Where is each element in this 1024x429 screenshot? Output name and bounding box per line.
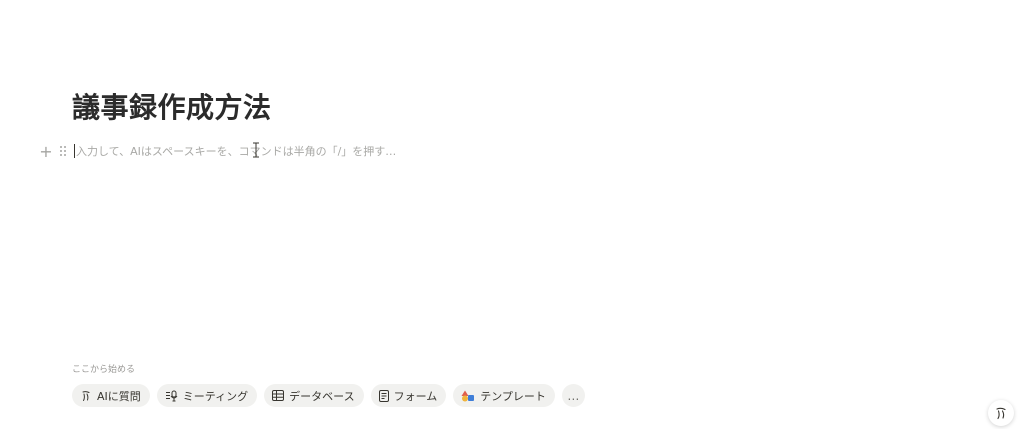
floating-ai-button[interactable] [988,400,1014,426]
notion-page: 議事録作成方法 + 入力して、AIはスペースキーを、コマンドは半角の「/」を押す… [0,0,1024,429]
template-label: テンプレート [480,389,546,403]
empty-block-row: + 入力して、AIはスペースキーを、コマンドは半角の「/」を押す… [38,141,396,161]
ai-face-icon [82,390,90,401]
plus-icon[interactable]: + [38,142,54,161]
page-title[interactable]: 議事録作成方法 [72,86,272,126]
meeting-label: ミーティング [182,389,249,403]
ask-ai-label: AIに質問 [97,389,141,403]
meeting-button[interactable]: ミーティング [156,384,258,407]
ai-face-icon [996,407,1006,420]
template-shapes-icon [461,390,475,401]
drag-handle-icon[interactable] [56,142,70,160]
more-icon: … [567,388,580,403]
database-label: データベース [289,389,355,403]
text-caret [74,144,75,158]
start-chips: AIに質問 ミーティング データベース フォーム テンプレート … [72,384,585,407]
start-section-label: ここから始める [72,365,136,375]
form-label: フォーム [393,389,438,403]
ibeam-cursor-icon [253,142,259,158]
more-options-button[interactable]: … [561,384,585,407]
form-button[interactable]: フォーム [370,384,447,407]
editor-input[interactable]: 入力して、AIはスペースキーを、コマンドは半角の「/」を押す… [74,142,396,160]
database-button[interactable]: データベース [264,384,364,407]
meeting-icon [165,390,178,401]
table-icon [272,390,285,401]
form-icon [378,389,389,402]
template-button[interactable]: テンプレート [453,384,555,407]
ask-ai-button[interactable]: AIに質問 [72,384,150,407]
editor-placeholder: 入力して、AIはスペースキーを、コマンドは半角の「/」を押す… [76,145,397,158]
